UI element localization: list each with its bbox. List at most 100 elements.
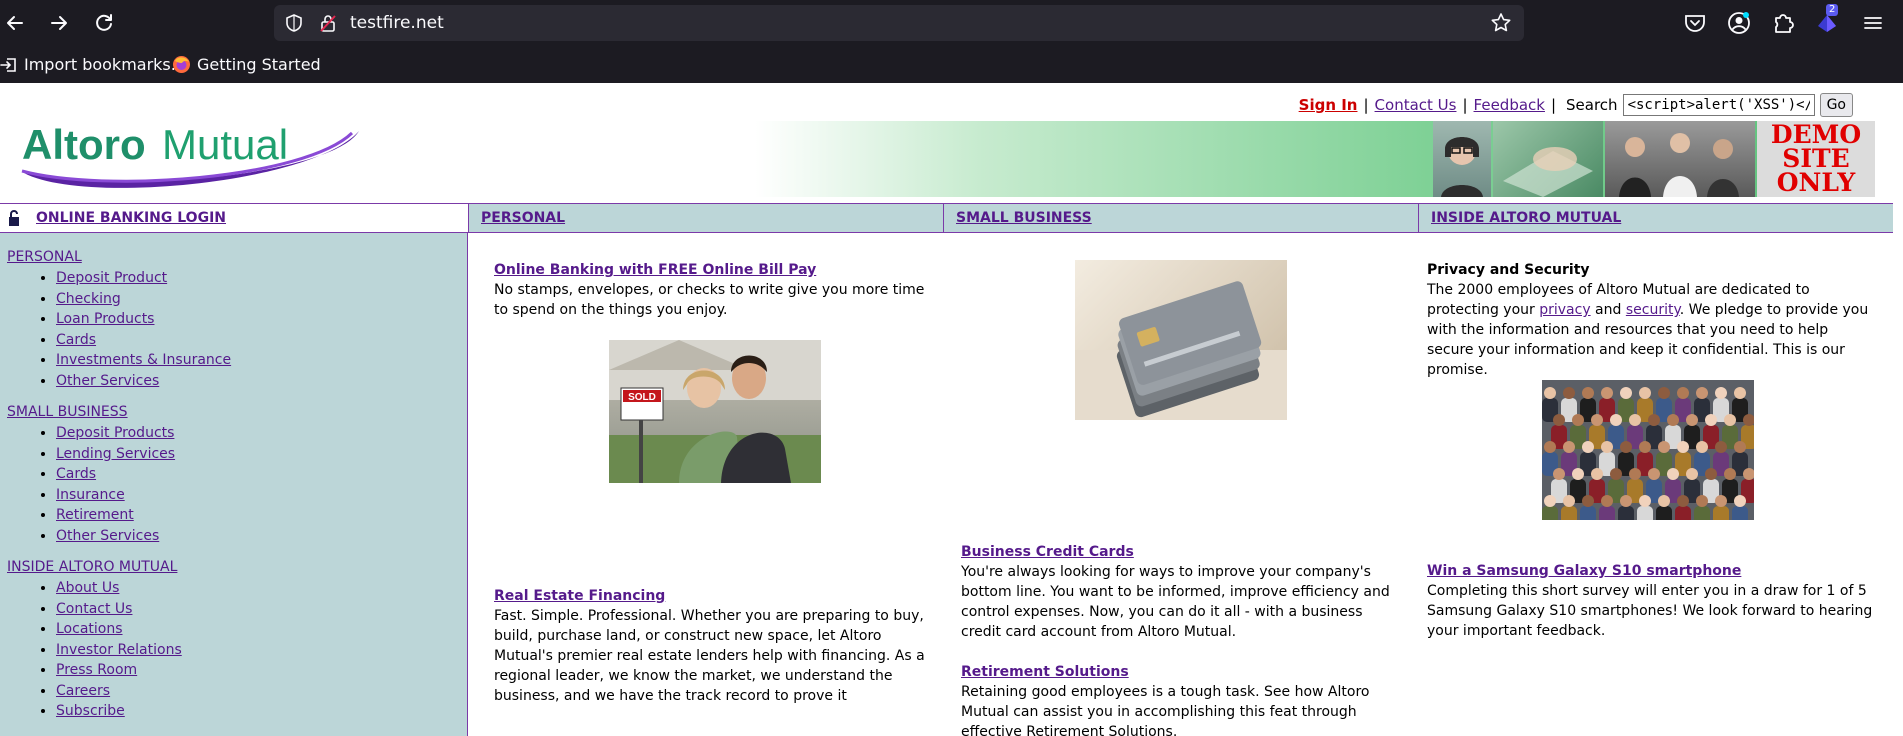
header-banner: DEMO SITE ONLY xyxy=(755,121,1875,197)
tab-inside-altoro[interactable]: INSIDE ALTORO MUTUAL xyxy=(1418,204,1893,232)
list-item: Cards xyxy=(56,464,175,485)
list-item: Other Services xyxy=(56,371,231,392)
sidebar-inside-link[interactable]: INSIDE ALTORO MUTUAL xyxy=(7,559,177,575)
tab-online-banking-login[interactable]: ONLINE BANKING LOGIN xyxy=(0,204,468,232)
padlock-icon xyxy=(9,210,19,226)
sidebar-item-checking[interactable]: Checking xyxy=(56,291,121,307)
url-text[interactable]: testfire.net xyxy=(350,5,444,41)
sidebar-inside-list: About Us Contact Us Locations Investor R… xyxy=(7,578,182,722)
heading-online-banking: Online Banking with FREE Online Bill Pay xyxy=(494,260,934,280)
retirement-solutions-text: Retaining good employees is a tough task… xyxy=(961,684,1370,736)
extensions-icon[interactable] xyxy=(1770,10,1796,36)
separator: | xyxy=(1550,96,1557,114)
firefox-icon[interactable] xyxy=(172,55,191,74)
security-link[interactable]: security xyxy=(1626,302,1680,318)
sidebar-item-loan-products[interactable]: Loan Products xyxy=(56,311,154,327)
business-credit-cards-link[interactable]: Business Credit Cards xyxy=(961,544,1134,560)
online-banking-link[interactable]: Online Banking with FREE Online Bill Pay xyxy=(494,262,816,278)
real-estate-link[interactable]: Real Estate Financing xyxy=(494,588,665,604)
search-input[interactable] xyxy=(1622,94,1815,116)
sidebar-section-inside[interactable]: INSIDE ALTORO MUTUAL xyxy=(7,559,177,575)
list-item: Locations xyxy=(56,619,182,640)
bookmark-import[interactable]: Import bookmarks... xyxy=(24,46,186,83)
sidebar-item-other-services[interactable]: Other Services xyxy=(56,528,159,544)
main-tab-bar: ONLINE BANKING LOGIN PERSONAL SMALL BUSI… xyxy=(0,203,1893,233)
tab-personal[interactable]: PERSONAL xyxy=(468,204,943,232)
list-item: Retirement xyxy=(56,505,175,526)
tab-personal-link[interactable]: PERSONAL xyxy=(481,210,565,226)
sidebar-item-cards[interactable]: Cards xyxy=(56,332,96,348)
heading-retirement-solutions: Retirement Solutions xyxy=(961,662,1401,682)
banner-photo-woman xyxy=(1433,121,1491,197)
sidebar-item-press-room[interactable]: Press Room xyxy=(56,662,137,678)
list-item: Deposit Product xyxy=(56,268,231,289)
sidebar-item-careers[interactable]: Careers xyxy=(56,683,110,699)
heading-privacy-security: Privacy and Security xyxy=(1427,262,1590,278)
sidebar-item-retirement[interactable]: Retirement xyxy=(56,507,134,523)
list-item: Loan Products xyxy=(56,309,231,330)
sidebar-section-personal[interactable]: PERSONAL xyxy=(7,249,82,265)
logo-text-mutual: Mutual xyxy=(162,121,288,168)
reload-icon[interactable] xyxy=(89,8,119,38)
back-arrow-icon[interactable] xyxy=(0,8,30,38)
heading-samsung-galaxy: Win a Samsung Galaxy S10 smartphone xyxy=(1427,561,1877,581)
forward-arrow-icon[interactable] xyxy=(44,8,74,38)
sidebar-personal-link[interactable]: PERSONAL xyxy=(7,249,82,265)
tab-small-business[interactable]: SMALL BUSINESS xyxy=(943,204,1418,232)
browser-chrome: testfire.net 2 Import bookmarks... Getti… xyxy=(0,0,1903,83)
top-links: Sign In | Contact Us | Feedback | Search… xyxy=(1299,93,1853,117)
sidebar-item-lending-services[interactable]: Lending Services xyxy=(56,446,175,462)
bookmark-star-icon[interactable] xyxy=(1490,12,1512,34)
privacy-link[interactable]: privacy xyxy=(1539,302,1590,318)
demo-site-only-badge: DEMO SITE ONLY xyxy=(1757,121,1875,197)
sidebar-section-small-business[interactable]: SMALL BUSINESS xyxy=(7,404,128,420)
go-button[interactable]: Go xyxy=(1819,93,1853,117)
sidebar-small-business-list: Deposit Products Lending Services Cards … xyxy=(7,423,175,546)
account-icon[interactable] xyxy=(1726,10,1752,36)
sidebar-item-about-us[interactable]: About Us xyxy=(56,580,119,596)
shield-icon[interactable] xyxy=(284,13,304,33)
sidebar-item-deposit-products[interactable]: Deposit Products xyxy=(56,425,174,441)
contact-us-link[interactable]: Contact Us xyxy=(1375,96,1457,114)
altoro-mutual-logo[interactable]: Altoro Mutual xyxy=(14,113,364,193)
feedback-link[interactable]: Feedback xyxy=(1474,96,1545,114)
sidebar-item-subscribe[interactable]: Subscribe xyxy=(56,703,125,719)
tab-small-business-link[interactable]: SMALL BUSINESS xyxy=(956,210,1092,226)
list-item: Contact Us xyxy=(56,599,182,620)
sidebar-item-cards[interactable]: Cards xyxy=(56,466,96,482)
sidebar-item-contact-us[interactable]: Contact Us xyxy=(56,601,132,617)
list-item: Press Room xyxy=(56,660,182,681)
sidebar-item-investor-relations[interactable]: Investor Relations xyxy=(56,642,182,658)
sidebar-small-business-link[interactable]: SMALL BUSINESS xyxy=(7,404,128,420)
bookmark-getting-started[interactable]: Getting Started xyxy=(197,46,321,83)
privacy-security-text: The 2000 employees of Altoro Mutual are … xyxy=(1427,280,1877,380)
sidebar-item-locations[interactable]: Locations xyxy=(56,621,123,637)
retirement-solutions-link[interactable]: Retirement Solutions xyxy=(961,664,1129,680)
sidebar: PERSONAL Deposit Product Checking Loan P… xyxy=(0,233,468,736)
navigation-bar: testfire.net 2 xyxy=(0,0,1903,46)
samsung-galaxy-link[interactable]: Win a Samsung Galaxy S10 smartphone xyxy=(1427,563,1741,579)
sidebar-item-investments-insurance[interactable]: Investments & Insurance xyxy=(56,352,231,368)
import-icon[interactable] xyxy=(0,56,18,74)
list-item: Deposit Products xyxy=(56,423,175,444)
search-label: Search xyxy=(1566,96,1618,114)
address-bar[interactable]: testfire.net xyxy=(274,5,1524,41)
tab-inside-altoro-link[interactable]: INSIDE ALTORO MUTUAL xyxy=(1431,210,1621,226)
list-item: Careers xyxy=(56,681,182,702)
hamburger-menu-icon[interactable] xyxy=(1860,10,1886,36)
insecure-lock-icon[interactable] xyxy=(318,13,338,33)
online-banking-text: No stamps, envelopes, or checks to write… xyxy=(494,282,925,318)
list-item: Lending Services xyxy=(56,444,175,465)
heading-business-credit-cards: Business Credit Cards xyxy=(961,542,1401,562)
sign-in-link[interactable]: Sign In xyxy=(1299,96,1358,114)
online-banking-login-link[interactable]: ONLINE BANKING LOGIN xyxy=(36,210,226,226)
pocket-icon[interactable] xyxy=(1682,10,1708,36)
sidebar-item-other-services[interactable]: Other Services xyxy=(56,373,159,389)
demo-line-3: ONLY xyxy=(1776,168,1856,197)
sidebar-item-insurance[interactable]: Insurance xyxy=(56,487,125,503)
privacy-text-part-2: and xyxy=(1590,302,1626,318)
sidebar-item-deposit-product[interactable]: Deposit Product xyxy=(56,270,167,286)
banner-photo-keyboard xyxy=(1493,121,1603,197)
separator: | xyxy=(1462,96,1468,114)
sidebar-personal-list: Deposit Product Checking Loan Products C… xyxy=(7,268,231,391)
